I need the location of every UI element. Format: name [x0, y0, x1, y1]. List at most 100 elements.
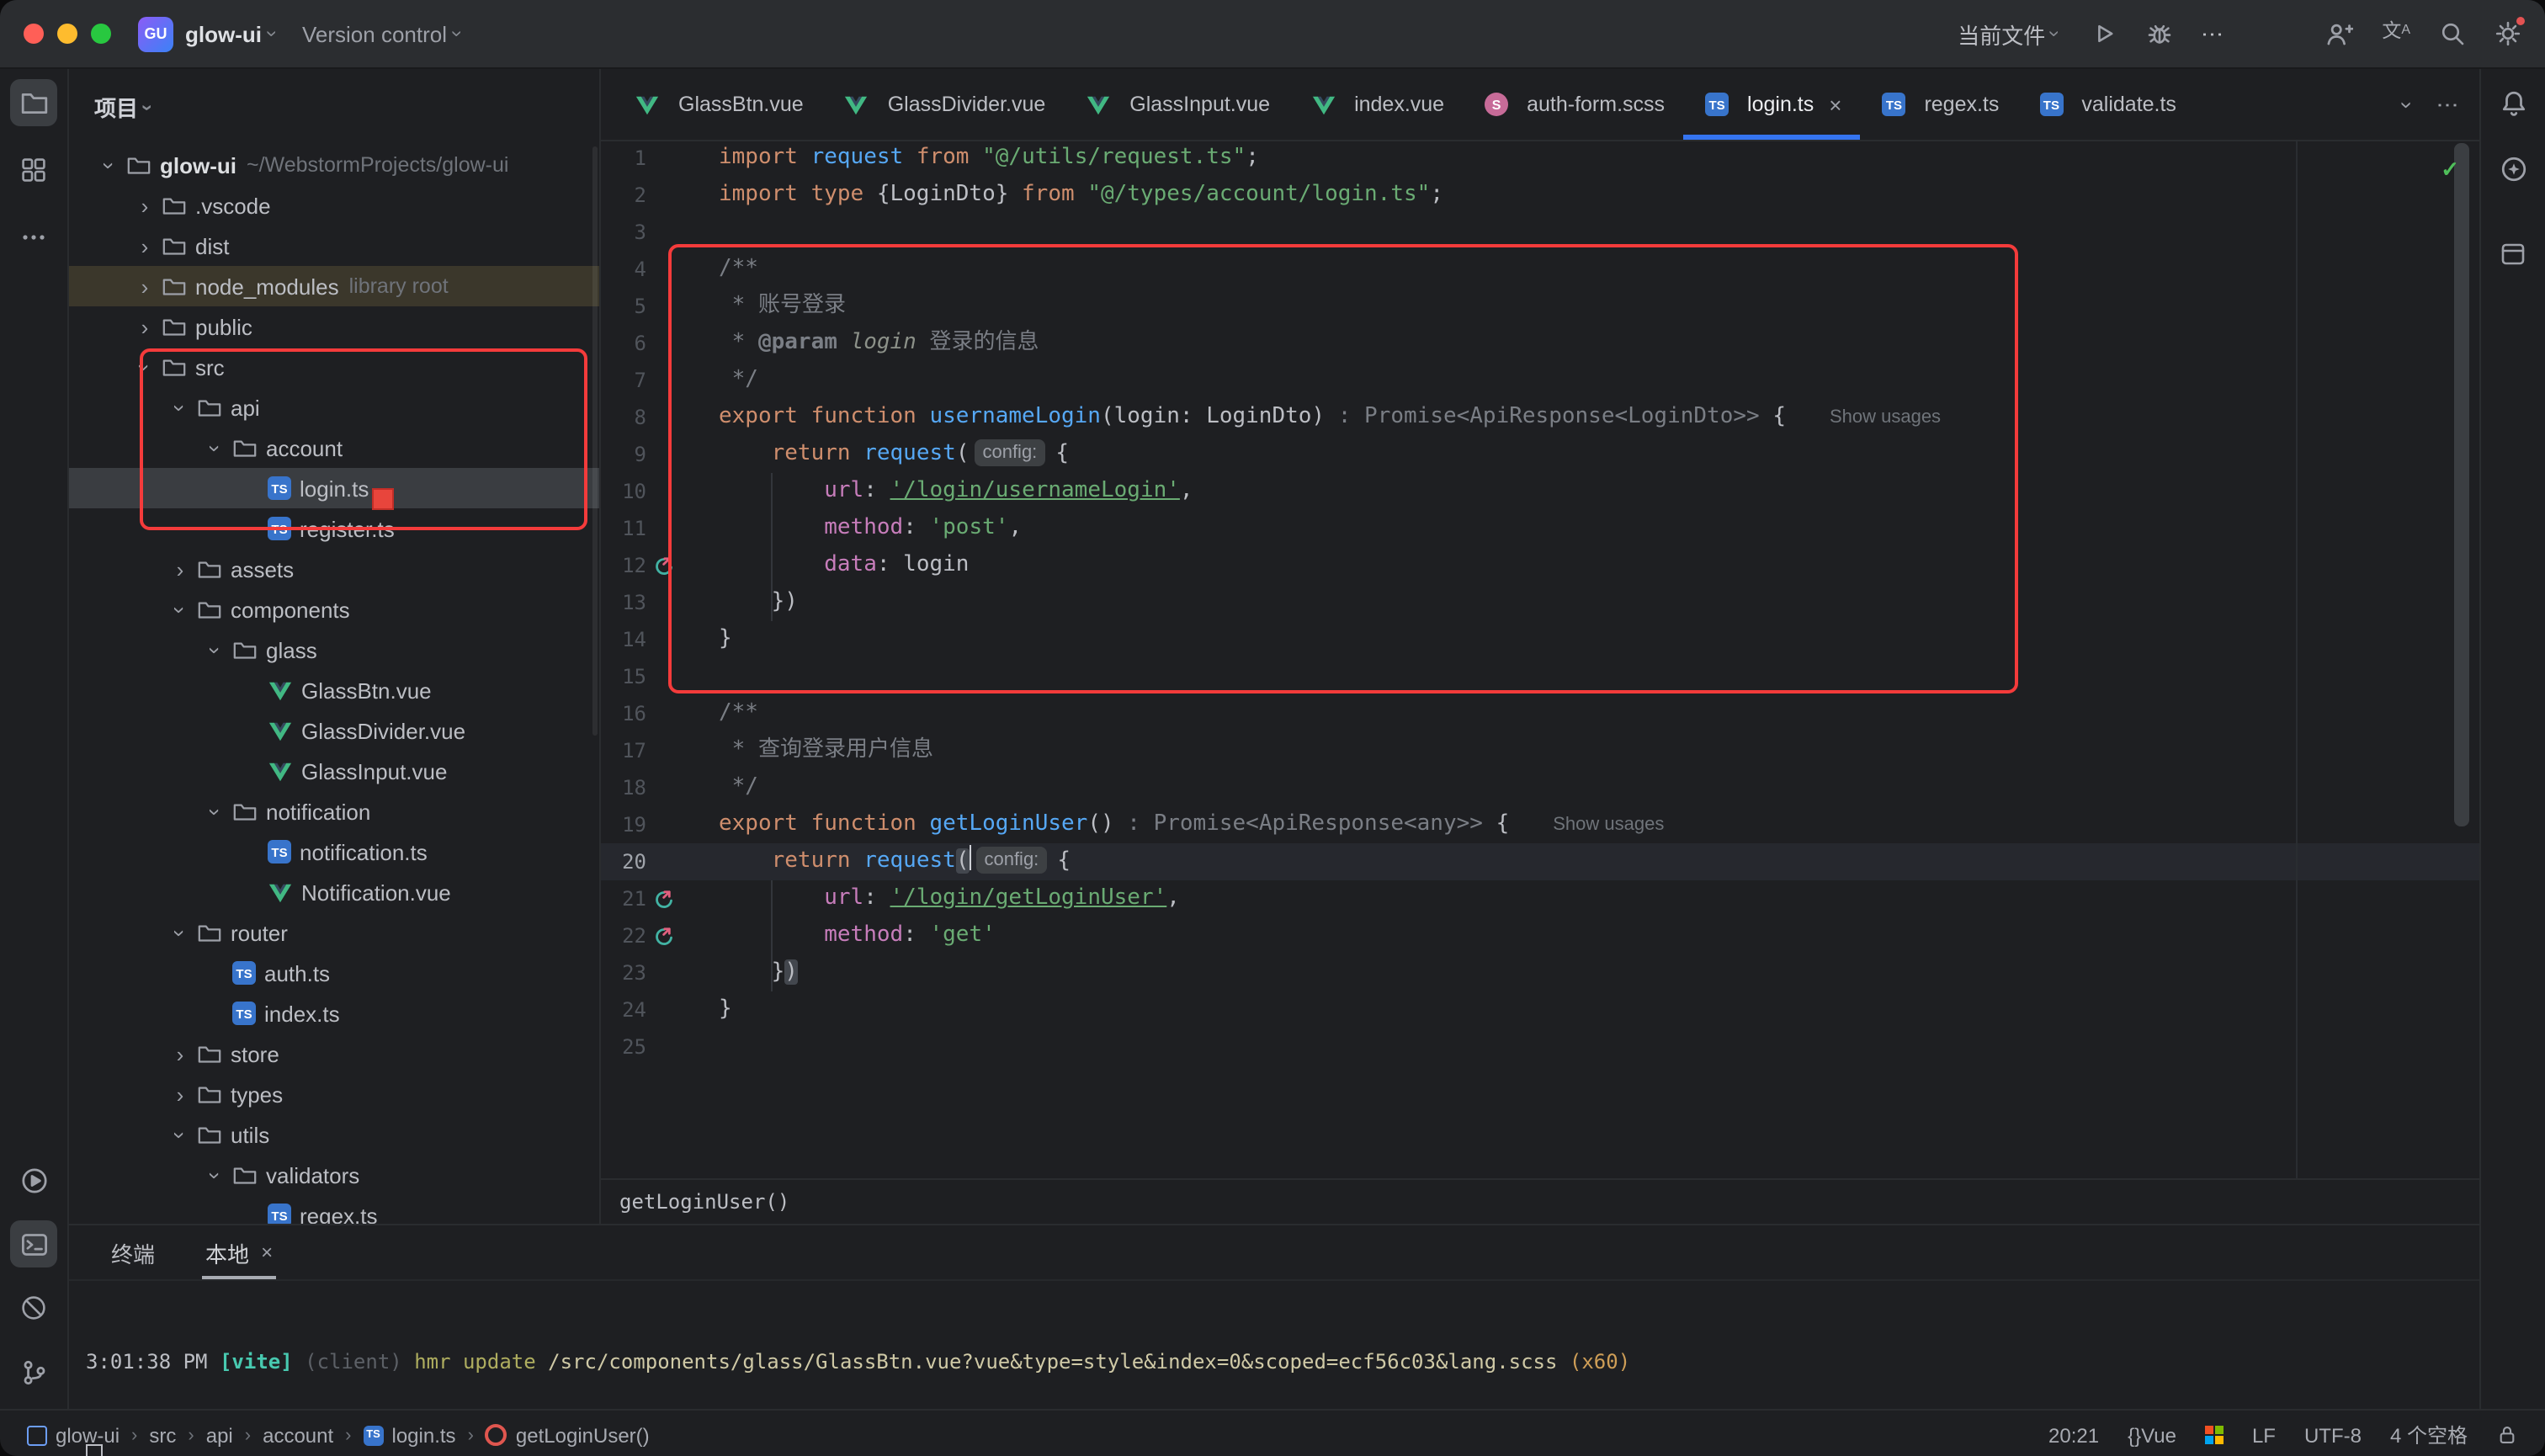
- tree-item-.vscode[interactable]: ›.vscode: [69, 185, 599, 226]
- minimize-window-button[interactable]: [57, 24, 77, 44]
- tree-scrollbar[interactable]: [592, 146, 598, 736]
- settings-button[interactable]: [2495, 20, 2521, 47]
- code-line-6[interactable]: 6 * @param login 登录的信息: [601, 325, 2479, 362]
- tree-item-Notification.vue[interactable]: Notification.vue: [69, 872, 599, 912]
- tab-GlassBtn.vue[interactable]: GlassBtn.vue: [613, 69, 822, 140]
- tree-item-dist[interactable]: ›dist: [69, 226, 599, 266]
- tab-GlassInput.vue[interactable]: GlassInput.vue: [1064, 69, 1288, 140]
- chevron-expanded-icon[interactable]: ›: [98, 151, 120, 178]
- tree-item-auth.ts[interactable]: TSauth.ts: [69, 953, 599, 993]
- code-line-9[interactable]: 9 return request(config:{: [601, 436, 2479, 473]
- code-line-11[interactable]: 11 method: 'post',: [601, 510, 2479, 547]
- chevron-collapsed-icon[interactable]: ›: [131, 275, 158, 297]
- tree-item-glass[interactable]: ›glass: [69, 630, 599, 670]
- endpoint-gutter-icon[interactable]: [652, 888, 674, 910]
- tree-item-assets[interactable]: ›assets: [69, 549, 599, 589]
- chevron-expanded-icon[interactable]: ›: [205, 798, 226, 825]
- chevron-expanded-icon[interactable]: ›: [205, 636, 226, 663]
- chevron-expanded-icon[interactable]: ›: [205, 434, 226, 461]
- debug-button[interactable]: [2146, 20, 2173, 47]
- close-icon[interactable]: ×: [261, 1241, 273, 1264]
- ai-assistant-icon[interactable]: [2489, 145, 2537, 192]
- code-line-25[interactable]: 25: [601, 1028, 2479, 1065]
- chevron-collapsed-icon[interactable]: ›: [167, 1083, 194, 1105]
- terminal-panel-title[interactable]: 终端: [111, 1236, 155, 1268]
- tree-item-notification[interactable]: ›notification: [69, 791, 599, 832]
- tree-item-login.ts[interactable]: TSlogin.ts: [69, 468, 599, 508]
- chevron-collapsed-icon[interactable]: ›: [167, 558, 194, 580]
- endpoint-gutter-icon[interactable]: [652, 555, 674, 577]
- translate-icon[interactable]: 文A: [2382, 24, 2410, 44]
- chevron-expanded-icon[interactable]: ›: [169, 1121, 191, 1148]
- code-line-10[interactable]: 10 url: '/login/usernameLogin',: [601, 473, 2479, 510]
- run-button[interactable]: [2091, 20, 2117, 47]
- show-usages-hint[interactable]: Show usages: [1830, 407, 1941, 428]
- notifications-bell-icon[interactable]: [2489, 79, 2537, 126]
- code-line-8[interactable]: 8export function usernameLogin(login: Lo…: [601, 399, 2479, 436]
- code-line-2[interactable]: 2import type {LoginDto} from "@/types/ac…: [601, 177, 2479, 214]
- tab-list-dropdown-icon[interactable]: ›: [2394, 101, 2420, 109]
- code-with-me-button[interactable]: [2325, 19, 2353, 48]
- tab-login.ts[interactable]: TSlogin.ts×: [1683, 69, 1860, 140]
- code-line-21[interactable]: 21 url: '/login/getLoginUser',: [601, 880, 2479, 917]
- terminal-cursor[interactable]: [86, 1444, 103, 1456]
- project-tool-window-button[interactable]: [10, 79, 57, 126]
- chevron-collapsed-icon[interactable]: ›: [131, 235, 158, 257]
- tab-index.vue[interactable]: index.vue: [1288, 69, 1463, 140]
- chevron-expanded-icon[interactable]: ›: [134, 353, 156, 380]
- code-line-22[interactable]: 22 method: 'get': [601, 917, 2479, 954]
- tree-item-notification.ts[interactable]: TSnotification.ts: [69, 832, 599, 872]
- vcs-menu[interactable]: Version control: [302, 21, 447, 46]
- code-line-7[interactable]: 7 */: [601, 362, 2479, 399]
- code-line-17[interactable]: 17 * 查询登录用户信息: [601, 732, 2479, 769]
- code-line-24[interactable]: 24}: [601, 991, 2479, 1028]
- tree-item-GlassInput.vue[interactable]: GlassInput.vue: [69, 751, 599, 791]
- chevron-expanded-icon[interactable]: ›: [169, 596, 191, 623]
- tree-item-store[interactable]: ›store: [69, 1034, 599, 1074]
- endpoint-gutter-icon[interactable]: [652, 925, 674, 947]
- tree-item-src[interactable]: ›src: [69, 347, 599, 387]
- tree-item-api[interactable]: ›api: [69, 387, 599, 428]
- tree-item-router[interactable]: ›router: [69, 912, 599, 953]
- show-usages-hint[interactable]: Show usages: [1553, 815, 1664, 835]
- tree-item-regex.ts[interactable]: TSregex.ts: [69, 1195, 599, 1224]
- code-line-4[interactable]: 4/**: [601, 251, 2479, 288]
- close-icon[interactable]: ×: [1829, 92, 1841, 117]
- run-configuration-selector[interactable]: 当前文件 ›: [1958, 18, 2059, 50]
- code-line-15[interactable]: 15: [601, 658, 2479, 695]
- code-line-18[interactable]: 18 */: [601, 769, 2479, 806]
- code-line-14[interactable]: 14}: [601, 621, 2479, 658]
- editor-options-icon[interactable]: ⋮: [2437, 93, 2459, 115]
- chevron-expanded-icon[interactable]: ›: [205, 1161, 226, 1188]
- close-window-button[interactable]: [24, 24, 44, 44]
- editor-scrollbar[interactable]: [2454, 143, 2469, 826]
- problems-tool-window-button[interactable]: [10, 1284, 57, 1331]
- tree-item-glow-ui[interactable]: ›glow-ui~/WebstormProjects/glow-ui: [69, 145, 599, 185]
- chevron-collapsed-icon[interactable]: ›: [131, 194, 158, 216]
- tree-item-utils[interactable]: ›utils: [69, 1114, 599, 1155]
- tab-GlassDivider.vue[interactable]: GlassDivider.vue: [822, 69, 1065, 140]
- terminal-tool-window-button[interactable]: [10, 1220, 57, 1267]
- tree-item-node_modules[interactable]: ›node_moduleslibrary root: [69, 266, 599, 306]
- tab-auth-form.scss[interactable]: Sauth-form.scss: [1463, 69, 1683, 140]
- code-line-23[interactable]: 23 }): [601, 954, 2479, 991]
- tree-item-account[interactable]: ›account: [69, 428, 599, 468]
- documentation-tool-window-icon[interactable]: [2489, 231, 2537, 278]
- zoom-window-button[interactable]: [91, 24, 111, 44]
- code-line-3[interactable]: 3: [601, 214, 2479, 251]
- modules-tool-window-button[interactable]: [10, 146, 57, 194]
- code-line-13[interactable]: 13 }): [601, 584, 2479, 621]
- tab-validate.ts[interactable]: TSvalidate.ts: [2017, 69, 2195, 140]
- tab-regex.ts[interactable]: TSregex.ts: [1860, 69, 2017, 140]
- chevron-expanded-icon[interactable]: ›: [169, 394, 191, 421]
- code-line-20[interactable]: 20 return request(config:{: [601, 843, 2479, 880]
- code-line-16[interactable]: 16/**: [601, 695, 2479, 732]
- lock-icon[interactable]: [2496, 1424, 2518, 1446]
- project-selector[interactable]: glow-ui: [185, 21, 262, 46]
- terminal-tab-local[interactable]: 本地 ×: [202, 1225, 276, 1279]
- chevron-expanded-icon[interactable]: ›: [169, 919, 191, 946]
- code-line-5[interactable]: 5 * 账号登录: [601, 288, 2479, 325]
- project-panel-header[interactable]: 项目 ›: [69, 69, 599, 145]
- code-line-12[interactable]: 12 data: login: [601, 547, 2479, 584]
- sticky-function-line[interactable]: getLoginUser(): [601, 1178, 2479, 1224]
